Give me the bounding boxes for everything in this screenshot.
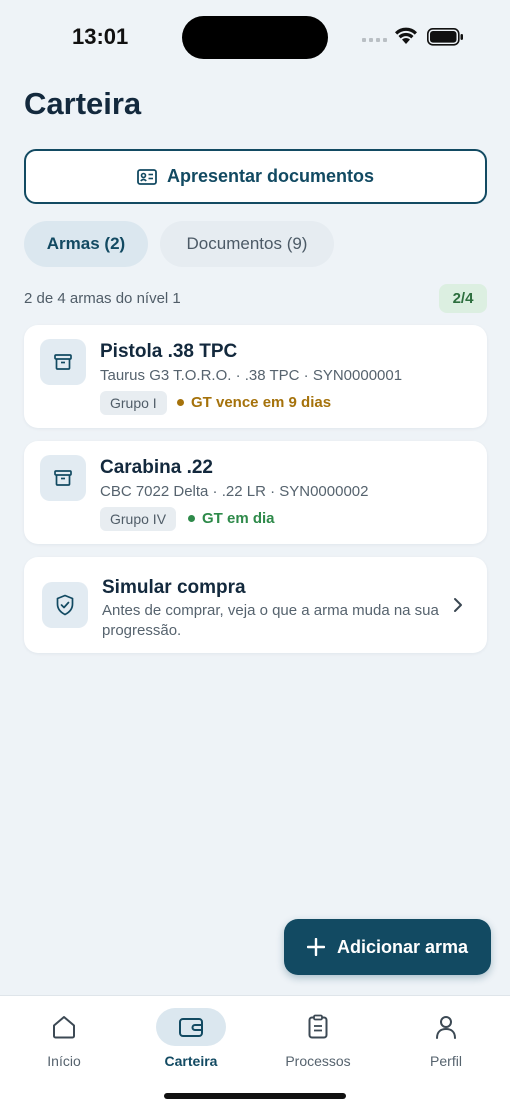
wifi-icon bbox=[395, 27, 417, 44]
present-documents-button[interactable]: Apresentar documentos bbox=[24, 149, 487, 204]
status-dot-icon bbox=[177, 399, 184, 406]
nav-item-processos[interactable]: Processos bbox=[268, 1008, 368, 1069]
add-weapon-button[interactable]: Adicionar arma bbox=[284, 919, 491, 975]
battery-icon bbox=[427, 28, 463, 46]
weapon-details: Taurus G3 T.O.R.O. · .38 TPC · SYN000000… bbox=[100, 367, 403, 384]
weapon-status-text: GT vence em 9 dias bbox=[191, 394, 332, 411]
nav-label: Início bbox=[47, 1053, 81, 1069]
weapon-status: GT vence em 9 dias bbox=[177, 394, 331, 411]
simulate-title: Simular compra bbox=[102, 577, 246, 598]
page-title: Carteira bbox=[24, 86, 142, 121]
nav-item-carteira[interactable]: Carteira bbox=[141, 1008, 241, 1069]
archive-box-icon bbox=[40, 339, 86, 385]
shield-check-icon bbox=[42, 582, 88, 628]
id-card-icon bbox=[137, 168, 157, 185]
nav-label: Carteira bbox=[164, 1053, 218, 1069]
weapon-status-text: GT em dia bbox=[202, 510, 275, 527]
nav-label: Processos bbox=[285, 1053, 351, 1069]
home-indicator bbox=[164, 1093, 346, 1099]
dynamic-island bbox=[182, 16, 328, 59]
tab-armas[interactable]: Armas (2) bbox=[24, 221, 148, 267]
cellular-signal-icon bbox=[362, 38, 387, 42]
weapon-group-tag: Grupo I bbox=[100, 391, 167, 415]
plus-icon bbox=[306, 938, 325, 956]
weapon-card[interactable]: Pistola .38 TPC Taurus G3 T.O.R.O. · .38… bbox=[24, 325, 487, 428]
nav-item-perfil[interactable]: Perfil bbox=[396, 1008, 496, 1069]
simulate-description: Antes de comprar, veja o que a arma muda… bbox=[102, 602, 439, 639]
archive-box-icon bbox=[40, 455, 86, 501]
weapon-status: GT em dia bbox=[188, 510, 275, 527]
weapon-card[interactable]: Carabina .22 CBC 7022 Delta · .22 LR · S… bbox=[24, 441, 487, 544]
nav-label: Perfil bbox=[430, 1053, 462, 1069]
chevron-right-icon bbox=[454, 598, 462, 612]
level-progress-badge: 2/4 bbox=[439, 284, 487, 313]
status-bar: 13:01 bbox=[0, 0, 510, 76]
bottom-navigation: Início Carteira Processos Perfil bbox=[0, 995, 510, 1108]
weapon-details: CBC 7022 Delta · .22 LR · SYN0000002 bbox=[100, 483, 369, 500]
nav-item-inicio[interactable]: Início bbox=[14, 1008, 114, 1069]
home-icon bbox=[53, 1016, 75, 1039]
weapon-group-tag: Grupo IV bbox=[100, 507, 177, 531]
present-documents-label: Apresentar documentos bbox=[166, 166, 375, 186]
status-dot-icon bbox=[188, 515, 195, 522]
status-time: 13:01 bbox=[72, 24, 129, 49]
weapon-name: Pistola .38 TPC bbox=[100, 341, 238, 362]
wallet-icon bbox=[179, 1018, 203, 1037]
simulate-purchase-card[interactable]: Simular compra Antes de comprar, veja o … bbox=[24, 557, 487, 653]
user-icon bbox=[436, 1016, 456, 1039]
weapon-name: Carabina .22 bbox=[100, 457, 213, 478]
add-weapon-label: Adicionar arma bbox=[336, 936, 469, 957]
clipboard-icon bbox=[308, 1014, 328, 1039]
tab-documentos[interactable]: Documentos (9) bbox=[160, 221, 334, 267]
level-progress-text: 2 de 4 armas do nível 1 bbox=[24, 290, 181, 307]
